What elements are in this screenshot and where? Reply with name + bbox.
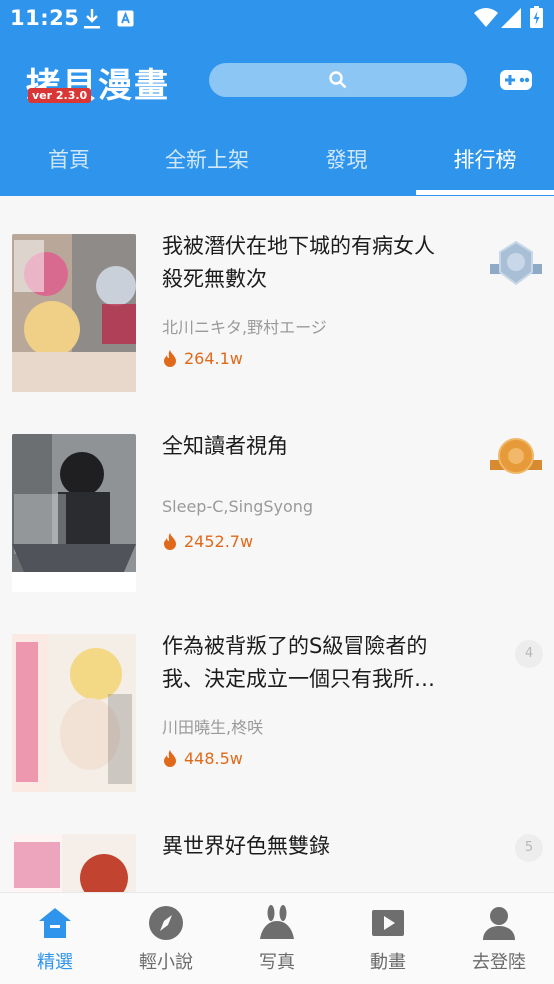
comic-cover[interactable] xyxy=(12,434,136,592)
nav-label: 写真 xyxy=(259,952,295,973)
tab-home[interactable]: 首頁 xyxy=(0,130,138,192)
popularity: 2452.7w xyxy=(162,532,253,551)
rank-number: 4 xyxy=(515,640,543,668)
comic-title-line: 作為被背叛了的S級冒險者的 xyxy=(162,634,428,658)
nav-label: 動畫 xyxy=(370,952,406,973)
nav-light-novel[interactable]: 輕小說 xyxy=(111,893,221,984)
comic-cover[interactable] xyxy=(12,234,136,392)
gamepad-icon[interactable] xyxy=(499,67,533,93)
fire-icon xyxy=(164,750,176,767)
download-icon xyxy=(84,9,100,29)
comic-title[interactable]: 作為被背叛了的S級冒險者的 我、決定成立一個只有我所… xyxy=(162,630,462,696)
status-time: 11:25 xyxy=(10,6,80,30)
list-item[interactable]: 我被潛伏在地下城的有病女人 殺死無數次 北川ニキタ,野村エージ 264.1w xyxy=(0,196,554,396)
active-tab-indicator xyxy=(416,190,554,195)
search-icon xyxy=(329,71,347,89)
comic-title[interactable]: 我被潛伏在地下城的有病女人 殺死無數次 xyxy=(162,230,462,296)
nav-photos[interactable]: 写真 xyxy=(222,893,332,984)
comic-cover[interactable] xyxy=(12,834,136,892)
popularity-value: 2452.7w xyxy=(184,532,254,551)
comic-title-line: 異世界好色無雙錄 xyxy=(162,834,330,858)
tab-new-releases[interactable]: 全新上架 xyxy=(138,130,276,192)
play-icon xyxy=(372,910,404,936)
nav-label: 去登陸 xyxy=(472,952,526,973)
nav-label: 精選 xyxy=(37,952,73,973)
comic-title-line: 我、決定成立一個只有我所… xyxy=(162,667,435,691)
nav-featured[interactable]: 精選 xyxy=(0,893,110,984)
signal-icon xyxy=(501,8,521,28)
list-item[interactable]: 作為被背叛了的S級冒險者的 我、決定成立一個只有我所… 川田曉生,柊咲 448.… xyxy=(0,596,554,796)
tab-discover[interactable]: 發現 xyxy=(277,130,416,192)
nav-animation[interactable]: 動畫 xyxy=(333,893,443,984)
bunny-icon xyxy=(260,905,294,939)
list-item[interactable]: 全知讀者視角 Sleep-C,SingSyong 2452.7w xyxy=(0,396,554,596)
comic-authors: 川田曉生,柊咲 xyxy=(162,718,264,737)
tab-ranking[interactable]: 排行榜 xyxy=(416,130,554,192)
rank-number: 5 xyxy=(515,834,543,862)
popularity-value: 264.1w xyxy=(184,349,243,368)
comic-authors: Sleep-C,SingSyong xyxy=(162,497,314,516)
home-icon xyxy=(39,908,71,938)
comic-title[interactable]: 全知讀者視角 xyxy=(162,430,462,463)
tab-bar: 首頁 全新上架 發現 排行榜 xyxy=(0,130,554,196)
comic-authors: 北川ニキタ,野村エージ xyxy=(162,318,327,337)
popularity: 448.5w xyxy=(162,749,243,768)
app-logo[interactable]: 拷貝漫畫 ver 2.3.0 xyxy=(26,58,176,106)
popularity-value: 448.5w xyxy=(184,749,243,768)
wifi-icon xyxy=(474,8,498,27)
app-notification-icon xyxy=(117,10,134,27)
battery-icon xyxy=(530,6,543,28)
fire-icon xyxy=(164,350,176,367)
comic-title[interactable]: 異世界好色無雙錄 xyxy=(162,830,462,863)
app-header: 11:25 拷貝漫畫 ver 2.3.0 首頁 全新上架 發現 排行榜 xyxy=(0,0,554,196)
silver-medal-icon xyxy=(490,240,542,286)
user-icon xyxy=(483,907,515,940)
fire-icon xyxy=(164,533,176,550)
bronze-medal-icon xyxy=(490,438,542,474)
ranking-list[interactable]: 我被潛伏在地下城的有病女人 殺死無數次 北川ニキタ,野村エージ 264.1w 全… xyxy=(0,196,554,892)
comic-title-line: 殺死無數次 xyxy=(162,267,267,291)
nav-label: 輕小說 xyxy=(139,952,193,973)
status-bar: 11:25 xyxy=(0,0,554,38)
compass-icon xyxy=(149,906,183,940)
search-bar[interactable] xyxy=(209,63,467,97)
comic-title-line: 我被潛伏在地下城的有病女人 xyxy=(162,234,435,258)
bottom-navigation: 精選 輕小說 写真 動畫 去登陸 xyxy=(0,892,554,984)
version-badge: ver 2.3.0 xyxy=(28,88,92,103)
comic-title-line: 全知讀者視角 xyxy=(162,434,288,458)
list-item[interactable]: 異世界好色無雙錄 5 xyxy=(0,796,554,892)
nav-login[interactable]: 去登陸 xyxy=(444,893,554,984)
popularity: 264.1w xyxy=(162,349,243,368)
comic-cover[interactable] xyxy=(12,634,136,792)
